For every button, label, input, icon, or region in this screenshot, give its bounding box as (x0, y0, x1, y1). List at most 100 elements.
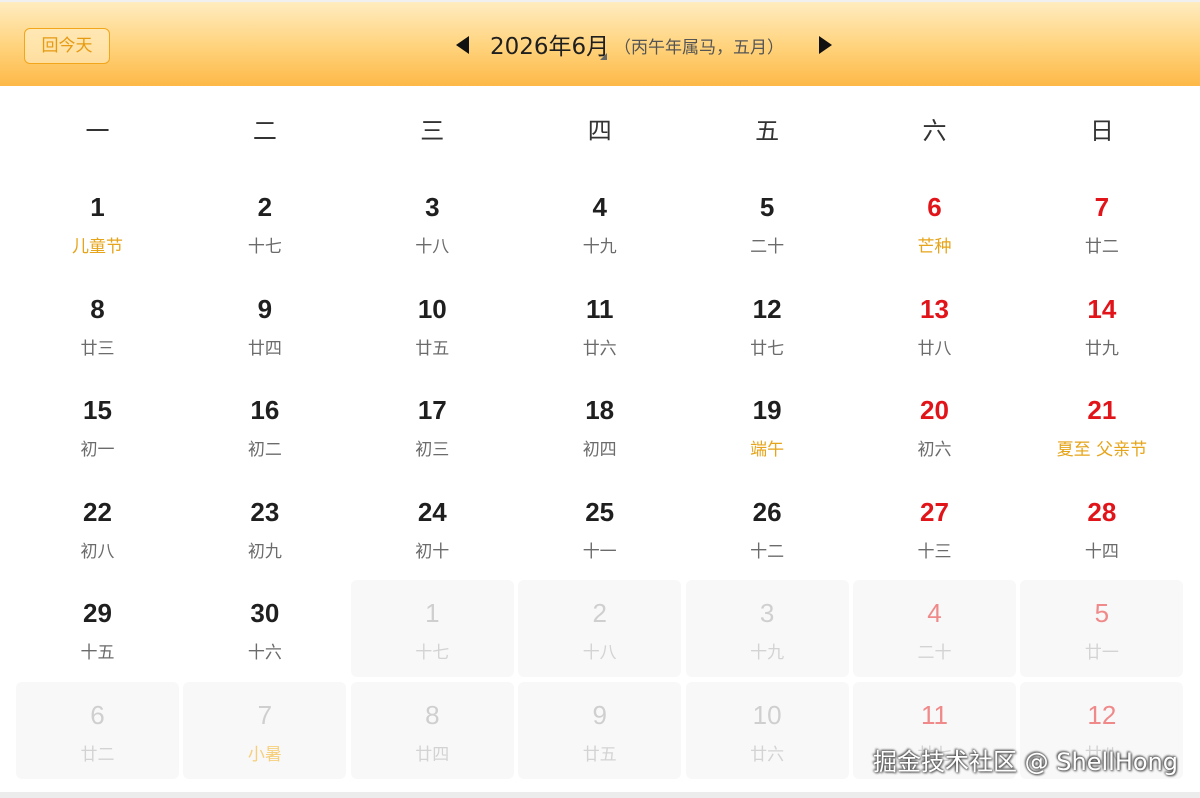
lunar-date: 廿二 (80, 744, 115, 765)
lunar-date: 廿八 (917, 338, 952, 359)
calendar-day-cell[interactable]: 8 廿三 (16, 276, 179, 373)
day-number: 8 (90, 293, 105, 324)
weekday-label: 三 (420, 117, 445, 145)
lunar-date: 廿一 (1084, 643, 1119, 663)
bottom-divider (0, 792, 1200, 798)
calendar-day-cell[interactable]: 30 十六 (183, 580, 346, 677)
lunar-date: 初二 (247, 440, 282, 460)
lunar-date: 廿九 (1084, 338, 1119, 359)
calendar-day-cell[interactable]: 7 廿二 (1020, 174, 1183, 271)
weekday-label: 日 (1089, 117, 1114, 145)
day-number: 11 (921, 699, 948, 730)
month-dropdown-icon[interactable] (600, 53, 607, 60)
calendar-day-cell[interactable]: 4 十九 (518, 174, 681, 271)
day-number: 24 (417, 496, 447, 527)
calendar-day-cell[interactable]: 22 初八 (16, 479, 179, 576)
calendar-day-cell[interactable]: 23 初九 (183, 479, 346, 576)
day-number: 30 (250, 598, 280, 628)
day-number: 14 (1087, 293, 1117, 324)
day-number: 12 (752, 293, 782, 324)
calendar-day-cell[interactable]: 6 廿二 (16, 681, 179, 779)
calendar-day-cell[interactable]: 5 二十 (686, 174, 849, 271)
lunar-date: 十九 (750, 643, 785, 663)
lunar-date: 廿五 (582, 744, 617, 765)
calendar-day-cell[interactable]: 1 儿童节 (16, 174, 179, 271)
day-number: 4 (927, 598, 942, 628)
calendar-day-cell[interactable]: 3 十八 (351, 174, 514, 271)
calendar-day-cell[interactable]: 9 廿五 (518, 681, 682, 779)
calendar-day-cell[interactable]: 24 初十 (351, 479, 514, 576)
day-number: 21 (1087, 395, 1117, 425)
lunar-date: 廿七 (750, 338, 785, 359)
calendar-day-cell[interactable]: 8 廿四 (350, 681, 514, 779)
lunar-date: 十九 (582, 237, 617, 257)
day-number: 28 (1087, 496, 1117, 527)
day-number: 9 (257, 293, 273, 324)
lunar-date: 初三 (415, 440, 450, 460)
calendar-day-cell[interactable]: 2 十八 (518, 580, 682, 677)
day-number: 29 (83, 598, 112, 628)
calendar-day-cell[interactable]: 4 二十 (853, 580, 1016, 677)
lunar-date: 廿五 (415, 338, 450, 359)
lunar-date: 十七 (415, 643, 450, 663)
calendar-day-cell[interactable]: 3 十九 (685, 580, 849, 677)
calendar-day-cell[interactable]: 10 廿五 (351, 276, 514, 373)
calendar-day-cell[interactable]: 18 初四 (518, 377, 681, 474)
day-number: 22 (83, 496, 112, 527)
calendar-day-cell[interactable]: 19 端午 (686, 377, 849, 474)
calendar-day-cell[interactable]: 28 十四 (1020, 479, 1183, 576)
calendar-header: 回今天 2026年6月 （丙午年属马，五月） (0, 0, 1200, 86)
lunar-date: 十八 (582, 643, 617, 663)
back-to-today-button[interactable]: 回今天 (24, 28, 110, 64)
lunar-date: 十一 (582, 541, 617, 562)
day-number: 2 (257, 192, 273, 222)
calendar-day-cell[interactable]: 14 廿九 (1020, 276, 1183, 373)
calendar-day-cell[interactable]: 25 十一 (518, 479, 681, 576)
calendar-day-cell[interactable]: 12 廿七 (686, 276, 849, 373)
lunar-date: 初六 (917, 440, 952, 460)
day-number: 11 (585, 293, 614, 324)
calendar-day-cell[interactable]: 26 十二 (686, 479, 849, 576)
calendar-day-cell[interactable]: 27 十三 (853, 479, 1016, 576)
next-month-icon[interactable] (819, 36, 832, 54)
day-number: 13 (920, 293, 949, 324)
day-number: 3 (425, 192, 440, 222)
calendar-day-cell[interactable]: 9 廿四 (183, 276, 346, 373)
calendar-day-cell[interactable]: 21 夏至 父亲节 (1020, 377, 1183, 474)
lunar-date: 十二 (750, 541, 785, 562)
calendar-day-cell[interactable]: 10 廿六 (685, 681, 849, 779)
lunar-date: 十三 (917, 541, 952, 562)
calendar-day-cell[interactable]: 13 廿八 (853, 276, 1016, 373)
watermark: 掘金技术社区 @ ShellHong (873, 748, 1178, 776)
calendar-day-cell[interactable]: 1 十七 (350, 580, 514, 677)
calendar-day-cell[interactable]: 20 初六 (853, 377, 1016, 474)
day-number: 5 (1094, 598, 1110, 628)
calendar-day-cell[interactable]: 11 廿六 (518, 276, 681, 373)
calendar-day-cell[interactable]: 15 初一 (16, 377, 179, 474)
lunar-date: 夏至 父亲节 (1056, 440, 1148, 460)
lunar-date: 十六 (247, 643, 282, 663)
calendar-day-cell[interactable]: 29 十五 (16, 580, 179, 677)
calendar-day-cell[interactable]: 5 廿一 (1020, 580, 1184, 677)
weekday-header-row: 一二三四五六日 (14, 86, 1186, 176)
month-title[interactable]: 2026年6月 (490, 30, 609, 64)
day-number: 25 (585, 496, 615, 527)
lunar-date: 廿六 (750, 744, 785, 765)
weekday-label: 一 (85, 117, 110, 145)
day-number: 27 (920, 496, 949, 527)
prev-month-icon[interactable] (456, 36, 469, 54)
lunar-date: 十四 (1084, 541, 1119, 562)
calendar-day-cell[interactable]: 7 小暑 (183, 681, 347, 779)
calendar-day-cell[interactable]: 2 十七 (183, 174, 346, 271)
day-number: 18 (585, 395, 615, 425)
weekday-label: 六 (922, 117, 947, 145)
lunar-date: 廿四 (247, 338, 282, 359)
calendar-day-cell[interactable]: 6 芒种 (853, 174, 1016, 271)
weekday-label: 四 (587, 117, 612, 145)
day-number: 10 (752, 699, 782, 730)
calendar-day-cell[interactable]: 16 初二 (183, 377, 346, 474)
lunar-date: 廿四 (415, 744, 450, 765)
calendar-grid: 1 儿童节 2 十七 3 十八 4 十九 5 二十 6 芒种 7 廿二 8 廿三 9 廿四 10 廿五 11 廿六 12 廿七… (14, 172, 1186, 780)
day-number: 15 (83, 395, 112, 425)
calendar-day-cell[interactable]: 17 初三 (351, 377, 514, 474)
